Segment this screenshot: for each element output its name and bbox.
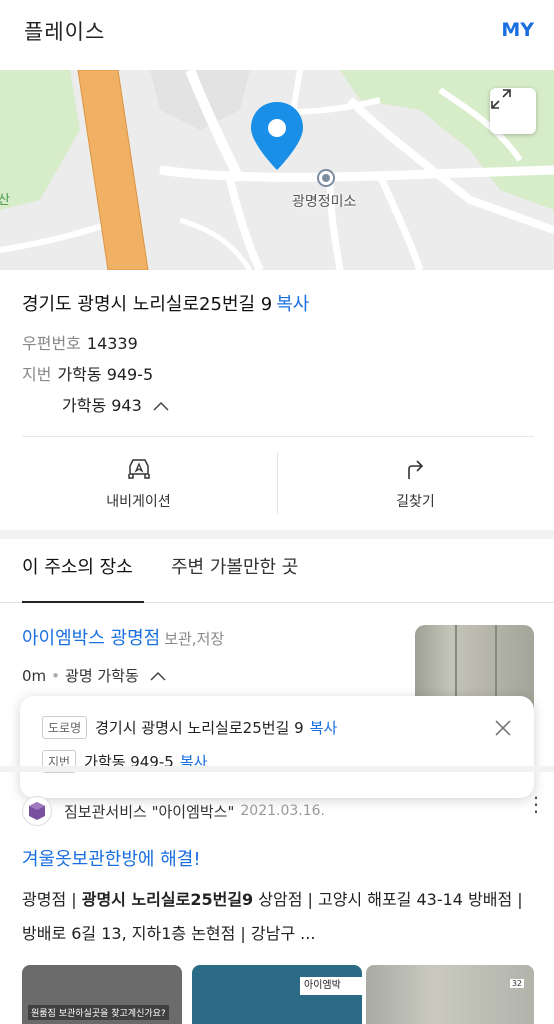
- map-canvas: [0, 70, 554, 270]
- postal-row: 우편번호 14339: [22, 328, 542, 359]
- copy-road-address-button[interactable]: 복사: [276, 294, 309, 315]
- blog-thumbnail[interactable]: 원룸짐 보관하실곳을 찾고계신가요?: [22, 965, 182, 1024]
- navigation-button[interactable]: 내비게이션: [0, 438, 277, 530]
- box-logo-icon: [29, 802, 45, 820]
- blog-body-highlight: 광명시 노리실로25번길9: [81, 890, 254, 909]
- place-distance: 0m: [22, 667, 47, 685]
- popup-copy-road-button[interactable]: 복사: [310, 717, 338, 738]
- popup-road-address: 경기시 광명시 노리실로25번길 9: [95, 719, 304, 737]
- directions-icon: [407, 460, 423, 479]
- blog-date: 2021.03.16.: [240, 803, 325, 819]
- address-section: 경기도 광명시 노리실로25번길 9 복사 우편번호 14339 지번 가학동 949…: [22, 282, 542, 421]
- map-edge-label: 산: [0, 193, 10, 208]
- road-badge: 도로명: [42, 716, 88, 739]
- active-tab-indicator: [22, 601, 144, 603]
- road-address-row: 경기도 광명시 노리실로25번길 9 복사: [22, 282, 542, 328]
- thumbnail-number: 32: [509, 979, 524, 988]
- divider: [22, 436, 534, 437]
- chevron-up-icon[interactable]: [150, 671, 166, 681]
- lot-label: 지번: [22, 365, 52, 384]
- map-view[interactable]: 산 광명정미소: [0, 70, 554, 270]
- address-popup: 도로명 경기시 광명시 노리실로25번길 9 복사 지번 가학동 949-5 복사: [20, 696, 534, 798]
- blog-body-pre: 광명점 |: [22, 890, 82, 909]
- tab-bar: 이 주소의 장소 주변 가볼만한 곳: [0, 539, 554, 603]
- blog-body: 광명점 | 광명시 노리실로25번길9 상암점 | 고양시 해포길 43-14 …: [22, 883, 534, 951]
- blog-review-item[interactable]: 짐보관서비스 "아이엠박스" 2021.03.16. ⋮ 겨울옷보관한방에 해결…: [22, 794, 546, 951]
- map-expand-button[interactable]: [490, 88, 536, 134]
- lot-row: 지번 가학동 949-5: [22, 359, 542, 390]
- map-place-label: 광명정미소: [292, 194, 357, 210]
- postal-code: 14339: [86, 334, 138, 353]
- close-icon[interactable]: [494, 719, 512, 737]
- place-title-row: 아이엠박스 광명점 보관,저장: [22, 620, 402, 658]
- page-title: 플레이스: [24, 20, 106, 44]
- navigation-label: 내비게이션: [106, 494, 171, 510]
- section-gap: [0, 530, 554, 539]
- postal-label: 우편번호: [22, 334, 81, 353]
- expand-icon: [491, 89, 511, 109]
- car-navigation-icon: [127, 459, 150, 479]
- road-address: 경기도 광명시 노리실로25번길 9: [22, 294, 273, 315]
- directions-label: 길찾기: [396, 494, 435, 510]
- lot-row-2[interactable]: 가학동 943: [22, 390, 542, 421]
- blog-title[interactable]: 겨울옷보관한방에 해결!: [22, 845, 534, 875]
- lot-address-1: 가학동 949-5: [57, 365, 154, 384]
- blog-avatar: [22, 796, 52, 826]
- my-button[interactable]: MY: [501, 19, 534, 41]
- meta-dot: •: [51, 667, 61, 685]
- blog-thumbnails: 원룸짐 보관하실곳을 찾고계신가요? 아이엠박 32: [22, 965, 534, 1024]
- place-name[interactable]: 아이엠박스 광명점: [22, 628, 160, 649]
- blog-source[interactable]: 짐보관서비스 "아이엠박스": [64, 801, 234, 822]
- app-header: 플레이스 MY: [0, 0, 554, 70]
- action-bar: 내비게이션 길찾기: [0, 438, 554, 530]
- tab-this-address[interactable]: 이 주소의 장소: [22, 539, 133, 603]
- thumbnail-sign: 아이엠박: [300, 977, 362, 995]
- more-options-icon[interactable]: ⋮: [526, 794, 546, 814]
- directions-button[interactable]: 길찾기: [277, 438, 554, 530]
- place-area: 광명 가학동: [65, 667, 139, 685]
- blog-thumbnail[interactable]: 32: [366, 965, 534, 1024]
- place-item[interactable]: 아이엠박스 광명점 보관,저장 0m • 광명 가학동: [22, 620, 402, 694]
- chevron-up-icon: [153, 401, 169, 411]
- place-meta: 0m • 광명 가학동: [22, 658, 402, 694]
- blog-thumbnail[interactable]: 아이엠박: [192, 965, 362, 1024]
- tab-nearby[interactable]: 주변 가볼만한 곳: [171, 539, 298, 603]
- blog-header: 짐보관서비스 "아이엠박스" 2021.03.16. ⋮: [22, 794, 546, 827]
- section-gap: [0, 766, 554, 772]
- popup-road-row: 도로명 경기시 광명시 노리실로25번길 9 복사: [42, 716, 337, 739]
- place-category: 보관,저장: [164, 630, 225, 648]
- lot-address-2: 가학동 943: [62, 396, 142, 415]
- thumbnail-caption: 원룸짐 보관하실곳을 찾고계신가요?: [28, 1005, 169, 1020]
